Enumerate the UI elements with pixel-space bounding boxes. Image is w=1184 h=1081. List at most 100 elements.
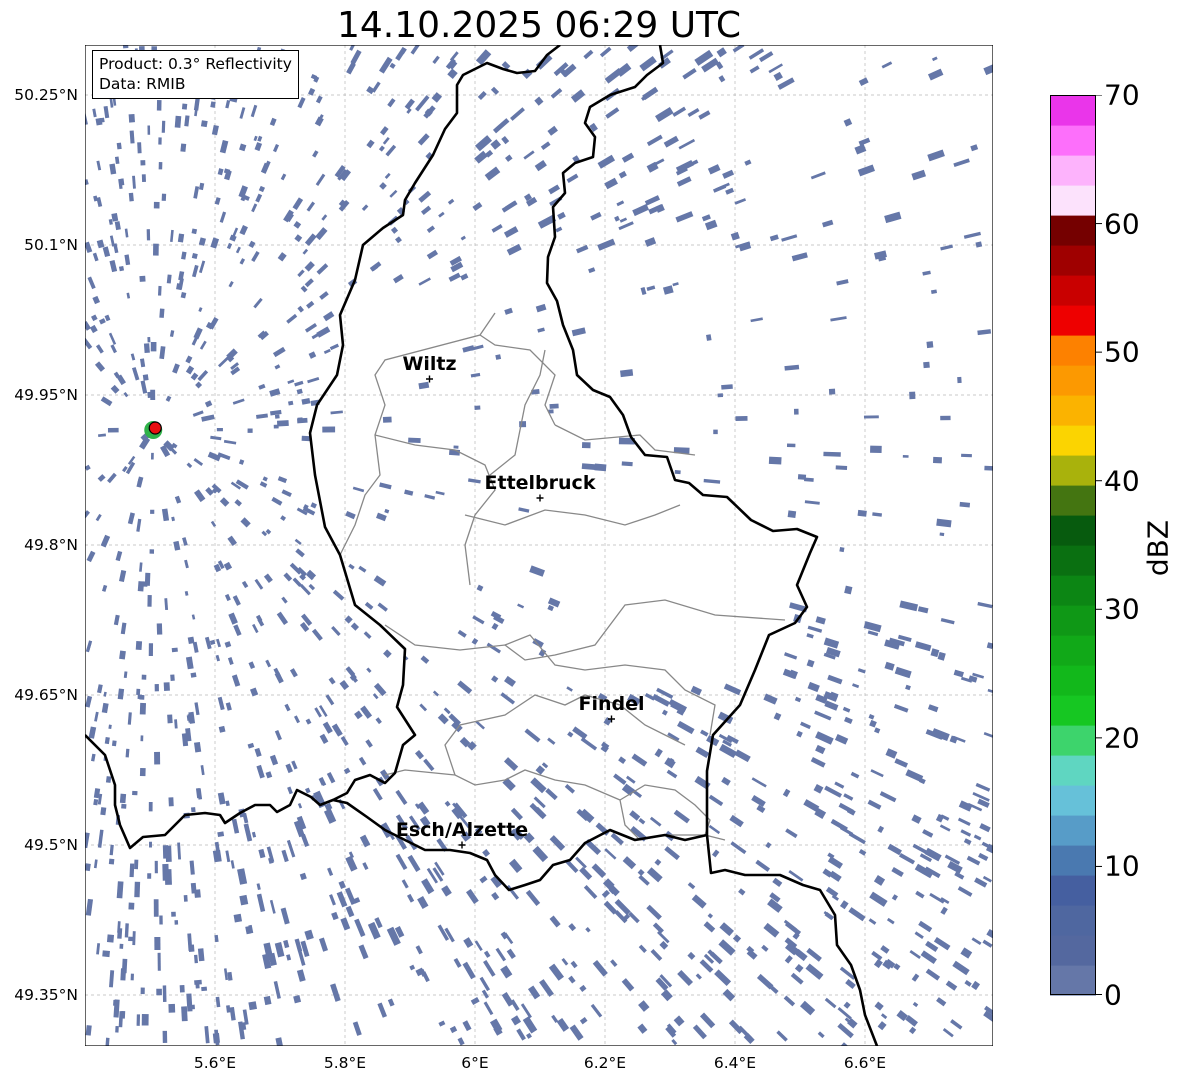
echo-cell: [116, 881, 124, 899]
echo-cell: [100, 807, 107, 816]
echo-cell: [984, 465, 993, 471]
echo-cell: [147, 595, 152, 607]
colorbar-segment: [1050, 545, 1096, 576]
colorbar-tick-label: 20: [1104, 721, 1140, 755]
colorbar-segment: [1050, 365, 1096, 396]
echo-cell: [153, 243, 159, 256]
colorbar-tick-label: 30: [1104, 592, 1140, 626]
echo-cell: [233, 913, 243, 923]
echo-cell: [171, 647, 178, 653]
echo-cell: [180, 143, 187, 152]
echo-cell: [217, 831, 225, 838]
colorbar-segment: [1050, 395, 1096, 426]
echo-cell: [153, 899, 159, 917]
colorbar-segment: [1050, 935, 1096, 966]
echo-cell: [125, 748, 130, 758]
colorbar-segment: [1050, 425, 1096, 456]
echo-cell: [121, 803, 127, 809]
colorbar-segment: [1050, 155, 1096, 186]
echo-cell: [190, 882, 197, 894]
echo-cell: [194, 954, 198, 964]
colorbar-segment: [1050, 485, 1096, 516]
colorbar-tick-label: 10: [1104, 849, 1140, 883]
colorbar-segment: [1050, 275, 1096, 306]
echo-cell: [201, 986, 208, 992]
echo-cell: [108, 858, 115, 865]
echo-cell: [130, 973, 134, 981]
echo-cell: [382, 416, 392, 423]
echo-cell: [120, 968, 127, 981]
echo-cell: [181, 1006, 188, 1022]
echo-cell: [116, 142, 122, 150]
colorbar-segment: [1050, 965, 1096, 996]
echo-cell: [248, 1001, 258, 1011]
echo-cell: [119, 793, 127, 804]
echo-cell: [140, 160, 146, 166]
echo-cell: [162, 845, 169, 859]
echo-cell: [106, 934, 115, 943]
radar-map: Wiltz Ettelbruck Findel Esch/Alzette: [85, 45, 993, 1046]
y-tick-label: 49.5°N: [24, 836, 78, 854]
echo-cell: [408, 437, 421, 444]
colorbar-segment: [1050, 905, 1096, 936]
x-tick-label: 5.8°E: [323, 1054, 367, 1072]
colorbar-segment: [1050, 215, 1096, 246]
echo-cell: [157, 285, 162, 296]
echo-cell: [148, 643, 154, 656]
echo-cell: [174, 920, 179, 925]
echo-cell: [153, 201, 160, 209]
echo-cell: [793, 408, 799, 415]
echo-cell: [148, 802, 153, 812]
echo-cell: [787, 510, 797, 519]
echo-cell: [141, 674, 147, 680]
product-label: Product: 0.3° Reflectivity: [99, 55, 292, 73]
echo-cell: [128, 114, 135, 123]
echo-cell: [870, 445, 882, 454]
colorbar-tick-label: 70: [1104, 78, 1140, 112]
echo-cell: [141, 1014, 149, 1026]
echo-cell: [128, 902, 135, 910]
echo-cell: [171, 911, 176, 917]
echo-cell: [735, 415, 748, 422]
echo-cell: [957, 376, 962, 384]
echo-cell: [194, 979, 202, 985]
echo-cell: [150, 452, 154, 460]
echo-cell: [135, 641, 143, 650]
colorbar-segment: [1050, 875, 1096, 906]
echo-cell: [141, 174, 146, 182]
echo-cell: [212, 1032, 220, 1044]
colorbar-segment: [1050, 725, 1096, 756]
echo-cell: [107, 427, 119, 433]
echo-cell: [85, 1025, 92, 1036]
echo-cell: [713, 429, 718, 435]
echo-cell: [149, 549, 155, 554]
echo-cell: [923, 361, 930, 369]
colorbar-segment: [1050, 695, 1096, 726]
x-tick-label: 5.6°E: [193, 1054, 237, 1072]
colorbar-tick-label: 0: [1104, 978, 1122, 1012]
echo-cell: [136, 688, 141, 696]
echo-cell: [115, 1025, 119, 1033]
echo-cell: [183, 895, 188, 902]
x-tick-label: 6.6°E: [843, 1054, 887, 1072]
echo-cell: [823, 451, 841, 457]
echo-cell: [156, 100, 162, 111]
echo-cell: [142, 581, 148, 587]
city-label: Esch/Alzette: [396, 819, 528, 841]
echo-cell: [181, 103, 188, 110]
echo-cell: [797, 474, 807, 480]
colorbar-segment: [1050, 95, 1096, 126]
echo-cell: [961, 453, 972, 458]
echo-cell: [786, 443, 796, 448]
echo-cell: [134, 881, 141, 898]
echo-cell: [139, 694, 145, 700]
echo-cell: [102, 950, 110, 958]
echo-cell: [146, 229, 151, 241]
echo-cell: [549, 403, 559, 409]
echo-cell: [162, 863, 169, 881]
colorbar-tick-label: 60: [1104, 207, 1140, 241]
echo-cell: [857, 509, 867, 517]
echo-cell: [129, 863, 135, 878]
echo-cell: [156, 988, 162, 996]
echo-cell: [154, 860, 158, 874]
